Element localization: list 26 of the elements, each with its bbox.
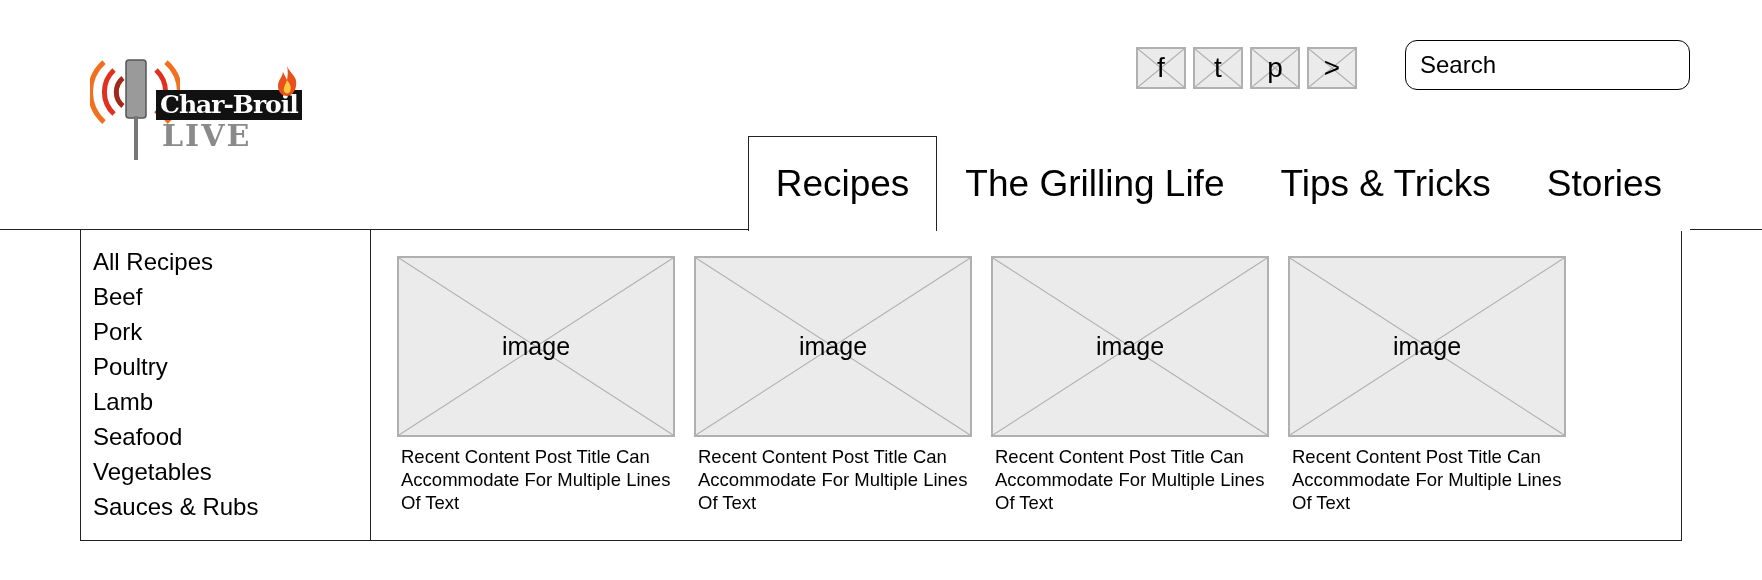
social-button[interactable]: t — [1193, 47, 1243, 89]
image-placeholder[interactable]: image — [397, 256, 675, 437]
category-link[interactable]: Seafood — [93, 419, 183, 454]
category-link[interactable]: Sauces & Rubs — [93, 489, 259, 524]
category-link[interactable]: Pork — [93, 314, 143, 349]
search-field[interactable]: Search — [1405, 40, 1690, 90]
image-placeholder[interactable]: image — [694, 256, 972, 437]
nav-tab[interactable]: Recipes — [747, 135, 938, 231]
post-title-link[interactable]: Recent Content Post Title Can Accommodate For Multiple Lines Of Text — [991, 445, 1269, 514]
category-link[interactable]: Poultry — [93, 349, 168, 384]
image-placeholder[interactable]: image — [1288, 256, 1566, 437]
category-link[interactable]: Lamb — [93, 384, 154, 419]
social-button[interactable]: f — [1136, 47, 1186, 89]
post-title-link[interactable]: Recent Content Post Title Can Accommodate For Multiple Lines Of Text — [1288, 445, 1566, 514]
category-link[interactable]: Beef — [93, 279, 143, 314]
logo[interactable]: Char-Broil LIVE — [0, 0, 302, 229]
post-title-link[interactable]: Recent Content Post Title Can Accommodate For Multiple Lines Of Text — [694, 445, 972, 514]
category-link[interactable]: All Recipes — [93, 244, 214, 279]
social-button[interactable]: > — [1307, 47, 1357, 89]
flame-icon — [276, 66, 298, 96]
logo-wordmark: Char-Broil — [156, 90, 302, 120]
image-placeholder[interactable]: image — [991, 256, 1269, 437]
logo-subtitle: LIVE — [162, 120, 253, 152]
category-link[interactable]: Vegetables — [93, 454, 212, 489]
post-title-link[interactable]: Recent Content Post Title Can Accommodate For Multiple Lines Of Text — [397, 445, 675, 514]
social-button[interactable]: p — [1250, 47, 1300, 89]
